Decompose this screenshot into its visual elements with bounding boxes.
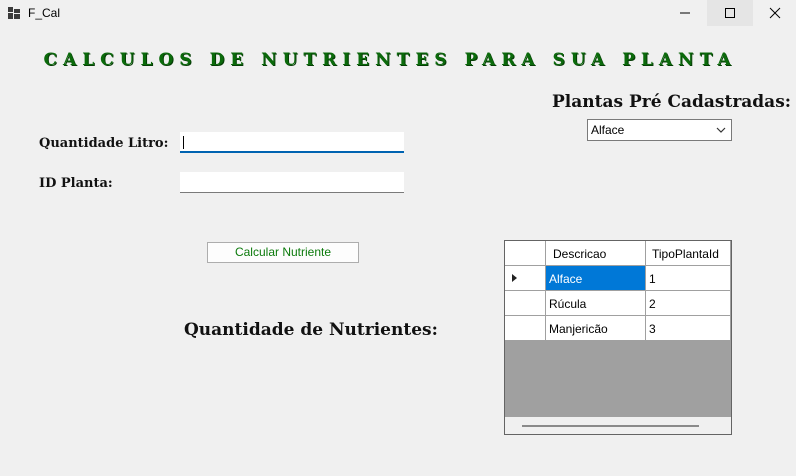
close-button[interactable] — [752, 0, 796, 26]
plant-id-input[interactable] — [180, 172, 404, 193]
window-titlebar: F_Cal — [0, 0, 796, 26]
chevron-down-icon — [716, 127, 726, 133]
column-header-tipoplantaid[interactable]: TipoPlantaId — [646, 241, 731, 266]
grid-corner-header — [505, 241, 546, 266]
scrollbar-thumb[interactable] — [522, 425, 699, 427]
table-row[interactable]: Alface 1 — [505, 266, 731, 291]
minimize-button[interactable] — [662, 0, 708, 26]
table-row[interactable]: Manjericão 3 — [505, 316, 731, 341]
grid-header-row: Descricao TipoPlantaId — [505, 241, 731, 266]
maximize-button[interactable] — [707, 0, 753, 26]
plants-grid[interactable]: Descricao TipoPlantaId Alface 1 Rúcula 2… — [504, 240, 732, 435]
plant-select[interactable]: Alface — [587, 119, 732, 141]
app-icon — [8, 7, 20, 19]
cell-descricao[interactable]: Manjericão — [546, 316, 646, 341]
minimize-icon — [680, 12, 690, 14]
row-header[interactable] — [505, 291, 546, 316]
current-row-arrow-icon — [512, 274, 517, 282]
row-header[interactable] — [505, 316, 546, 341]
nutrients-label: Quantidade de Nutrientes: — [184, 320, 438, 340]
row-header[interactable] — [505, 266, 546, 291]
cell-descricao[interactable]: Rúcula — [546, 291, 646, 316]
table-row[interactable]: Rúcula 2 — [505, 291, 731, 316]
text-caret — [183, 136, 184, 149]
quantity-label: Quantidade Litro: — [39, 136, 169, 151]
page-heading: CALCULOS DE NUTRIENTES PARA SUA PLANTA — [43, 50, 737, 70]
cell-tipoplantaid[interactable]: 1 — [646, 266, 731, 291]
cell-descricao[interactable]: Alface — [546, 266, 646, 291]
plant-id-label: ID Planta: — [39, 176, 113, 191]
column-header-descricao[interactable]: Descricao — [546, 241, 646, 266]
calculate-button[interactable]: Calcular Nutriente — [207, 242, 359, 263]
cell-tipoplantaid[interactable]: 3 — [646, 316, 731, 341]
horizontal-scrollbar[interactable] — [505, 417, 731, 434]
maximize-icon — [725, 8, 735, 18]
quantity-input[interactable] — [180, 132, 404, 153]
close-icon — [769, 7, 781, 19]
cell-tipoplantaid[interactable]: 2 — [646, 291, 731, 316]
window-title: F_Cal — [28, 6, 61, 20]
plant-select-value: Alface — [591, 123, 625, 137]
plants-label: Plantas Pré Cadastradas: — [552, 92, 792, 112]
